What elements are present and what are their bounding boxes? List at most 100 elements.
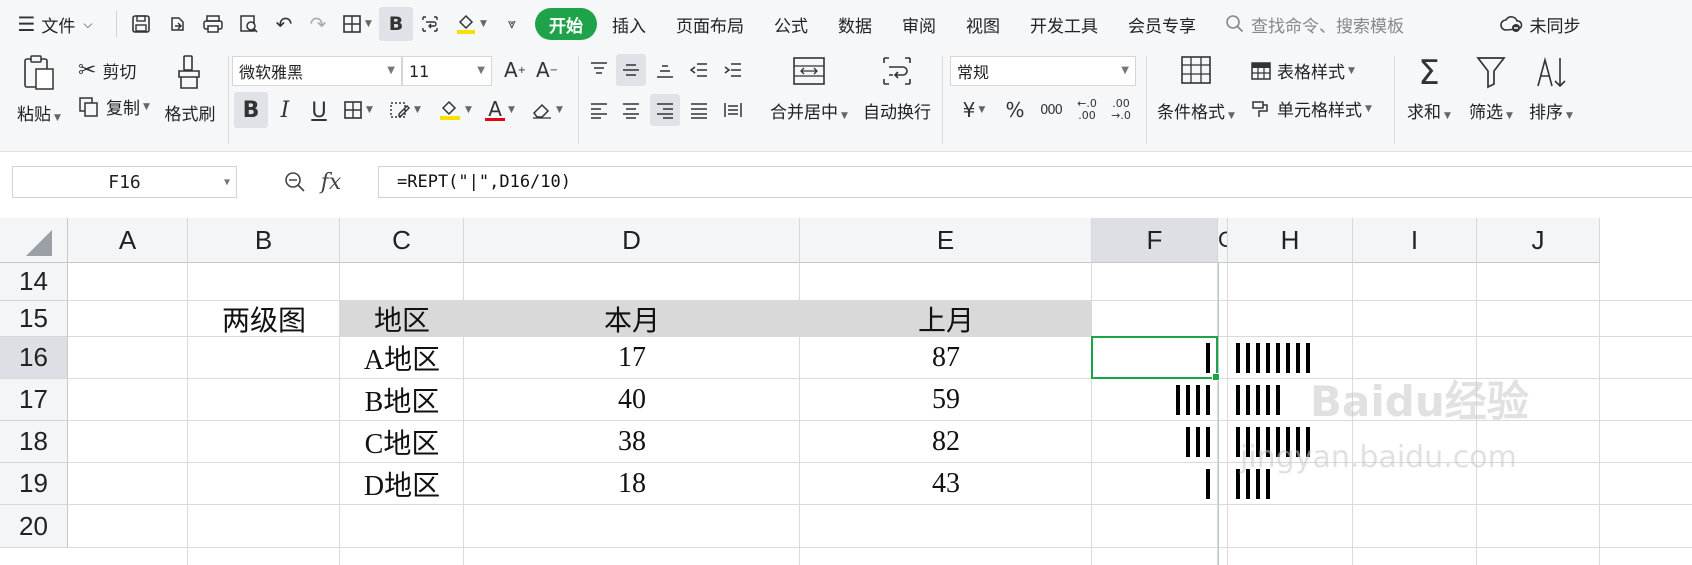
cell-d16-this-month[interactable]: 17 (464, 337, 800, 379)
cell-d15-header-this-month[interactable]: 本月 (464, 301, 800, 337)
copy-button[interactable]: 复制 ▼ (78, 94, 150, 119)
fill-color-button[interactable]: ▼ (432, 94, 478, 126)
zoom-formula-button[interactable] (280, 166, 310, 198)
filter-button[interactable]: 筛选 ▼ (1464, 54, 1518, 123)
cell-c18-region[interactable]: C地区 (340, 421, 464, 463)
align-left-button[interactable] (584, 94, 614, 126)
increase-font-button[interactable]: A + (500, 54, 530, 86)
cell-d19-this-month[interactable]: 18 (464, 463, 800, 505)
border-quick-button[interactable]: ▼ (335, 7, 379, 41)
align-right-button[interactable] (650, 94, 680, 126)
insert-function-button[interactable]: fx (316, 166, 346, 198)
clear-format-button[interactable]: ▼ (526, 94, 568, 126)
align-bottom-button[interactable] (650, 54, 680, 86)
print-button[interactable] (195, 7, 231, 41)
cell-e15-header-last-month[interactable]: 上月 (800, 301, 1092, 337)
fill-color-quick-button[interactable]: ▼ (447, 7, 495, 41)
cell-f17-bar[interactable] (1092, 379, 1210, 421)
increase-indent-button[interactable] (718, 54, 748, 86)
underline-button[interactable]: U (304, 94, 334, 126)
distributed-button[interactable] (718, 94, 748, 126)
column-header-a[interactable]: A (68, 218, 188, 263)
cell-d17-this-month[interactable]: 40 (464, 379, 800, 421)
row-header-20[interactable]: 20 (0, 505, 68, 548)
decrease-font-button[interactable]: A − (532, 54, 562, 86)
align-middle-button[interactable] (616, 54, 646, 86)
border-button[interactable]: ▼ (338, 94, 378, 126)
redo-button[interactable]: ↷ (301, 7, 335, 41)
sync-status-button[interactable]: 未同步 (1485, 7, 1595, 41)
cell-e19-last-month[interactable]: 43 (800, 463, 1092, 505)
align-center-button[interactable] (616, 94, 646, 126)
active-cell-selection[interactable] (1091, 336, 1220, 381)
font-color-button[interactable]: A ▼ (480, 94, 520, 126)
conditional-format-button[interactable]: 条件格式 ▼ (1156, 54, 1236, 123)
formula-input[interactable]: =REPT("|",D16/10) (378, 166, 1692, 198)
cut-button[interactable]: ✂ 剪切 (78, 58, 136, 83)
cell-style-button[interactable]: 单元格样式 ▼ (1250, 96, 1372, 121)
file-menu[interactable]: ☰ 文件 ⌵ (0, 7, 110, 41)
row-header-14[interactable]: 14 (0, 263, 68, 301)
tab-formulas[interactable]: 公式 (759, 7, 823, 41)
thousands-button[interactable]: 000 (1034, 94, 1068, 126)
tab-member[interactable]: 会员专享 (1113, 7, 1211, 41)
row-header-18[interactable]: 18 (0, 421, 68, 463)
bold-button[interactable]: B (234, 92, 268, 128)
increase-decimal-button[interactable]: ←.0 .00 (1070, 94, 1104, 126)
column-header-e[interactable]: E (800, 218, 1092, 263)
save-button[interactable] (123, 7, 159, 41)
cell-d18-this-month[interactable]: 38 (464, 421, 800, 463)
column-header-c[interactable]: C (340, 218, 464, 263)
column-header-i[interactable]: I (1353, 218, 1477, 263)
row-header-16[interactable]: 16 (0, 337, 68, 379)
wrap-text-button[interactable]: 自动换行 (862, 54, 932, 123)
column-header-d[interactable]: D (464, 218, 800, 263)
align-top-button[interactable] (584, 54, 614, 86)
command-search[interactable]: 查找命令、搜索模板 (1225, 7, 1445, 41)
decrease-indent-button[interactable] (684, 54, 714, 86)
print-preview-button[interactable] (231, 7, 267, 41)
tab-data[interactable]: 数据 (823, 7, 887, 41)
cell-e16-last-month[interactable]: 87 (800, 337, 1092, 379)
sum-button[interactable]: Σ 求和 ▼ (1402, 54, 1456, 123)
column-header-j[interactable]: J (1477, 218, 1600, 263)
cell-f18-bar[interactable] (1092, 421, 1210, 463)
cell-b15-label[interactable]: 两级图 (188, 301, 340, 337)
percent-button[interactable]: % (1000, 94, 1030, 126)
name-box[interactable]: F16 ▼ (12, 166, 237, 198)
undo-button[interactable]: ↶ (267, 7, 301, 41)
cell-c19-region[interactable]: D地区 (340, 463, 464, 505)
number-format-select[interactable]: 常规 ▼ (950, 56, 1136, 86)
clear-border-button[interactable]: ▼ (384, 94, 426, 126)
tab-insert[interactable]: 插入 (597, 7, 661, 41)
font-size-select[interactable]: 11 ▼ (402, 56, 492, 86)
column-header-f[interactable]: F (1092, 218, 1218, 263)
cell-e17-last-month[interactable]: 59 (800, 379, 1092, 421)
tab-start[interactable]: 开始 (535, 8, 597, 40)
wrap-quick-button[interactable] (413, 7, 447, 41)
decrease-decimal-button[interactable]: .00 →.0 (1104, 94, 1138, 126)
font-name-select[interactable]: 微软雅黑 ▼ (232, 56, 402, 86)
column-header-g[interactable]: G (1218, 218, 1228, 263)
bold-quick-button[interactable]: B (379, 7, 413, 41)
sort-button[interactable]: 排序 ▼ (1524, 54, 1578, 123)
justify-button[interactable] (684, 94, 714, 126)
cell-c15-header-region[interactable]: 地区 (340, 301, 464, 337)
cell-f19-bar[interactable] (1092, 463, 1210, 505)
table-style-button[interactable]: 表格样式 ▼ (1250, 58, 1355, 83)
column-header-h[interactable]: H (1228, 218, 1353, 263)
row-header-17[interactable]: 17 (0, 379, 68, 421)
cell-e18-last-month[interactable]: 82 (800, 421, 1092, 463)
row-header-15[interactable]: 15 (0, 301, 68, 337)
select-all-corner[interactable] (0, 218, 68, 263)
format-painter-button[interactable]: 格式刷 (162, 54, 218, 125)
tab-page-layout[interactable]: 页面布局 (661, 7, 759, 41)
tab-review[interactable]: 审阅 (887, 7, 951, 41)
output-button[interactable] (159, 7, 195, 41)
currency-button[interactable]: ¥ ▼ (954, 94, 994, 126)
paste-button[interactable]: 粘贴 ▼ (16, 54, 62, 125)
row-header-19[interactable]: 19 (0, 463, 68, 505)
italic-button[interactable]: I (270, 94, 300, 126)
tab-developer[interactable]: 开发工具 (1015, 7, 1113, 41)
tab-view[interactable]: 视图 (951, 7, 1015, 41)
